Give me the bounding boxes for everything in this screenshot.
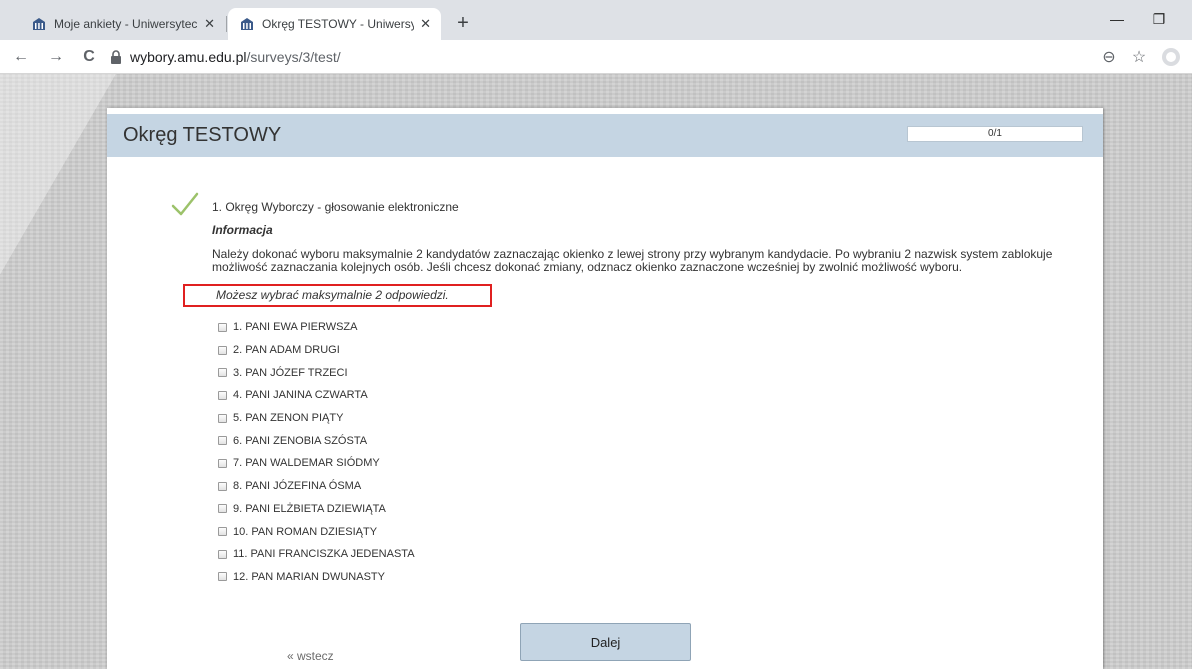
browser-tab-bar: Moje ankiety - Uniwersytecki Sys ✕ Okręg… [0,0,1192,40]
option-label: 2. PAN ADAM DRUGI [233,344,340,357]
option-checkbox[interactable] [218,458,227,468]
option-10[interactable]: 10. PAN ROMAN DZIESIĄTY [218,520,415,543]
survey-header: Okręg TESTOWY 0/1 [107,114,1103,157]
back-link[interactable]: « wstecz [287,649,334,663]
reload-icon[interactable]: C [78,46,100,68]
new-tab-button[interactable]: + [449,9,477,37]
option-label: 5. PAN ZENON PIĄTY [233,412,344,425]
option-2[interactable]: 2. PAN ADAM DRUGI [218,339,415,362]
next-button[interactable]: Dalej [520,623,691,661]
option-checkbox[interactable] [218,368,227,378]
tab-title: Okręg TESTOWY - Uniwersytecki [262,17,415,31]
university-favicon-icon [32,17,46,31]
option-label: 10. PAN ROMAN DZIESIĄTY [233,525,378,538]
tab-okreg-testowy[interactable]: Okręg TESTOWY - Uniwersytecki ✕ [228,8,441,40]
browser-toolbar: ← → C wybory.amu.edu.pl/surveys/3/test/ … [0,40,1192,74]
bookmark-star-icon[interactable]: ☆ [1128,46,1150,68]
option-11[interactable]: 11. PANI FRANCISZKA JEDENASTA [218,543,415,566]
option-3[interactable]: 3. PAN JÓZEF TRZECI [218,361,415,384]
url-host: wybory.amu.edu.pl [130,49,247,65]
university-favicon-icon [240,17,254,31]
option-7[interactable]: 7. PAN WALDEMAR SIÓDMY [218,452,415,475]
option-label: 6. PANI ZENOBIA SZÓSTA [233,434,368,447]
option-8[interactable]: 8. PANI JÓZEFINA ÓSMA [218,475,415,498]
question-title: 1. Okręg Wyborczy - głosowanie elektroni… [212,200,459,214]
option-label: 12. PAN MARIAN DWUNASTY [233,570,385,583]
option-5[interactable]: 5. PAN ZENON PIĄTY [218,407,415,430]
back-arrow-icon[interactable]: ← [10,46,32,68]
tab-moje-ankiety[interactable]: Moje ankiety - Uniwersytecki Sys ✕ [20,8,225,40]
tab-separator [226,16,227,32]
option-6[interactable]: 6. PANI ZENOBIA SZÓSTA [218,429,415,452]
option-checkbox[interactable] [218,390,227,400]
page-background: Okręg TESTOWY 0/1 1. Okręg Wyborczy - gł… [0,74,1192,669]
lock-icon [111,50,121,64]
option-label: 1. PANI EWA PIERWSZA [233,321,358,334]
option-12[interactable]: 12. PAN MARIAN DWUNASTY [218,566,415,589]
option-checkbox[interactable] [218,572,227,582]
option-label: 8. PANI JÓZEFINA ÓSMA [233,480,362,493]
page-title: Okręg TESTOWY [123,124,282,146]
option-checkbox[interactable] [218,504,227,514]
address-bar[interactable]: wybory.amu.edu.pl/surveys/3/test/ [110,45,1100,69]
option-checkbox[interactable] [218,436,227,446]
option-label: 3. PAN JÓZEF TRZECI [233,366,348,379]
tab-title: Moje ankiety - Uniwersytecki Sys [54,17,198,31]
options-list: 1. PANI EWA PIERWSZA 2. PAN ADAM DRUGI 3… [218,316,415,588]
forward-arrow-icon[interactable]: → [45,46,67,68]
minimize-icon[interactable]: — [1102,6,1132,32]
option-checkbox[interactable] [218,322,227,332]
option-checkbox[interactable] [218,527,227,537]
option-checkbox[interactable] [218,345,227,355]
close-icon[interactable]: ✕ [420,16,431,32]
zoom-icon[interactable]: ⊖ [1098,46,1120,68]
info-heading: Informacja [212,223,273,237]
progress-indicator: 0/1 [907,126,1083,142]
option-label: 7. PAN WALDEMAR SIÓDMY [233,457,380,470]
info-text: Należy dokonać wyboru maksymalnie 2 kand… [212,247,1053,274]
url-path: /surveys/3/test/ [246,49,341,65]
survey-panel: Okręg TESTOWY 0/1 1. Okręg Wyborczy - gł… [107,108,1103,669]
option-checkbox[interactable] [218,413,227,423]
profile-avatar-icon[interactable] [1160,46,1182,68]
option-checkbox[interactable] [218,481,227,491]
close-icon[interactable]: ✕ [204,16,215,32]
option-9[interactable]: 9. PANI ELŻBIETA DZIEWIĄTA [218,498,415,521]
hint-text: Możesz wybrać maksymalnie 2 odpowiedzi. [216,288,449,302]
option-label: 4. PANI JANINA CZWARTA [233,389,368,402]
option-label: 11. PANI FRANCISZKA JEDENASTA [233,548,415,561]
option-4[interactable]: 4. PANI JANINA CZWARTA [218,384,415,407]
option-label: 9. PANI ELŻBIETA DZIEWIĄTA [233,502,386,515]
option-1[interactable]: 1. PANI EWA PIERWSZA [218,316,415,339]
option-checkbox[interactable] [218,549,227,559]
restore-icon[interactable]: ❐ [1144,6,1174,32]
checkmark-icon [171,192,199,216]
